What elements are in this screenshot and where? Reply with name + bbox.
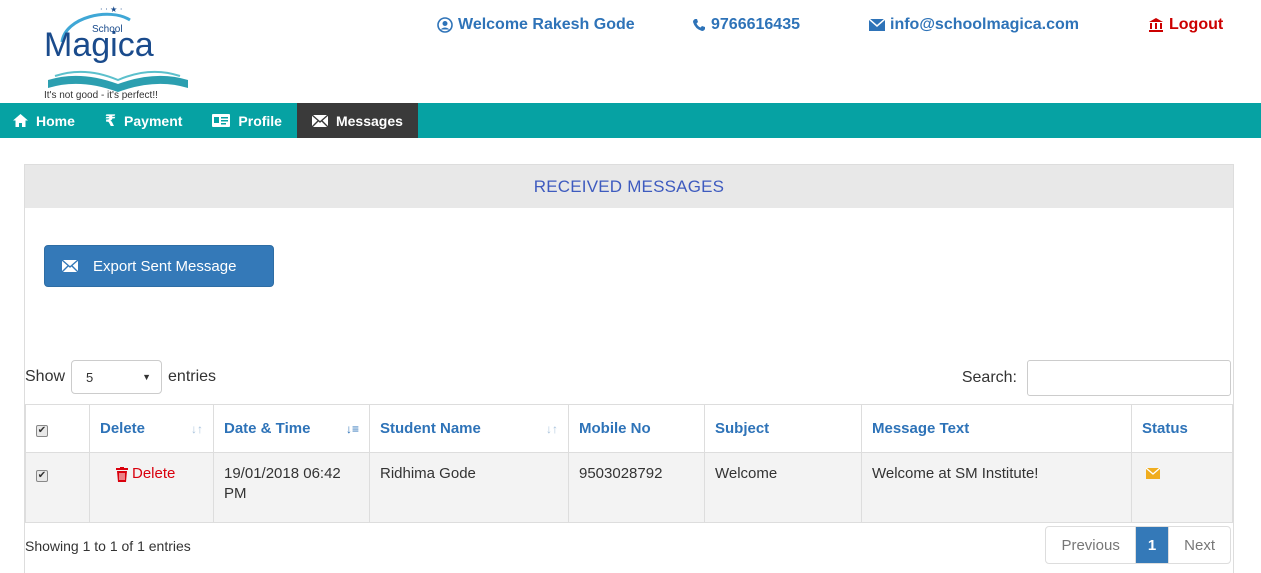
select-all-checkbox[interactable]: ✔	[36, 424, 48, 437]
entries-label: entries	[168, 368, 217, 385]
delete-button[interactable]: Delete	[100, 464, 175, 484]
panel-title: RECEIVED MESSAGES	[25, 164, 1233, 208]
row-subject: Welcome	[704, 452, 862, 523]
delete-label: Delete	[132, 465, 176, 482]
search-control: Search:	[962, 360, 1231, 396]
logout-text: Logout	[1169, 16, 1224, 33]
nav-profile[interactable]: Profile	[197, 103, 297, 138]
nav-messages[interactable]: Messages	[296, 103, 418, 138]
entries-length-control: Show 5 ▼ entries	[25, 360, 216, 394]
row-checkbox[interactable]: ✔	[36, 470, 48, 482]
export-sent-message-button[interactable]: Export Sent Message	[44, 245, 274, 287]
row-date-time: 19/01/2018 06:42 PM	[213, 452, 370, 523]
logo-magica-text: Magica	[44, 26, 154, 64]
entries-select[interactable]: 5 ▼	[71, 360, 163, 394]
logout-link[interactable]: Logout	[1148, 16, 1223, 34]
page-1-button[interactable]: 1	[1135, 527, 1170, 563]
column-header-delete[interactable]: Delete ↓↑	[89, 404, 214, 453]
phone-icon	[693, 19, 705, 31]
nav-payment-label: Payment	[124, 112, 183, 129]
row-delete-cell: Delete	[89, 452, 214, 523]
id-card-icon	[212, 114, 231, 127]
search-label: Search:	[961, 369, 1017, 386]
envelope-icon[interactable]	[1145, 467, 1161, 479]
envelope-icon	[311, 114, 328, 127]
row-select-cell: ✔	[25, 452, 90, 523]
column-header-date-time[interactable]: Date & Time ↓≡	[213, 404, 370, 453]
sort-icon: ↓↑	[546, 422, 558, 436]
nav-messages-label: Messages	[335, 112, 403, 129]
table-header-row: ✔ Delete ↓↑ Date & Time ↓≡ Student Name ↓↑ …	[25, 404, 1233, 453]
sort-icon: ↓↑	[191, 422, 203, 436]
nav-home-label: Home	[36, 112, 75, 129]
search-input[interactable]	[1027, 360, 1231, 396]
envelope-icon	[869, 19, 885, 31]
column-header-status: Status	[1131, 404, 1233, 453]
column-header-student-name[interactable]: Student Name ↓↑	[369, 404, 569, 453]
pagination: Previous 1 Next	[1045, 526, 1231, 564]
bank-icon	[1149, 18, 1163, 32]
svg-text:· · ★ ·: · · ★ ·	[100, 5, 122, 14]
email-text: info@schoolmagica.com	[890, 16, 1079, 33]
phone-text: 9766616435	[711, 16, 800, 33]
welcome-text: Welcome Rakesh Gode	[458, 16, 635, 33]
select-all-header[interactable]: ✔	[25, 404, 90, 453]
envelope-icon	[62, 260, 78, 272]
welcome-user[interactable]: Welcome Rakesh Gode	[437, 16, 635, 34]
next-page-button[interactable]: Next	[1169, 527, 1230, 563]
phone-contact[interactable]: 9766616435	[692, 16, 800, 34]
entries-value: 5	[86, 369, 94, 385]
school-magica-logo[interactable]: · · ★ · School Magica	[40, 2, 200, 102]
received-messages-panel: RECEIVED MESSAGES Export Sent Message Sh…	[24, 164, 1234, 573]
home-icon	[13, 114, 28, 127]
trash-icon	[116, 466, 128, 482]
main-navbar: Home ₹ Payment Profile Messages	[0, 103, 1261, 138]
previous-page-button[interactable]: Previous	[1046, 527, 1136, 563]
user-circle-icon	[437, 17, 453, 33]
row-message: Welcome at SM Institute!	[861, 452, 1132, 523]
sort-asc-icon: ↓≡	[345, 422, 359, 436]
row-student-name: Ridhima Gode	[369, 452, 569, 523]
table-row: ✔ Delete 19/01/2018 06:42 PM Ridhima God…	[25, 452, 1233, 523]
column-header-message-text: Message Text	[861, 404, 1132, 453]
page-header: · · ★ · School Magica It's not good - it…	[0, 0, 1261, 103]
caret-down-icon: ▼	[142, 372, 152, 382]
table-info: Showing 1 to 1 of 1 entries	[25, 538, 191, 554]
rupee-icon: ₹	[104, 112, 117, 130]
row-mobile: 9503028792	[568, 452, 705, 523]
nav-payment[interactable]: ₹ Payment	[90, 103, 198, 138]
column-header-subject: Subject	[704, 404, 862, 453]
logo-tagline: It's not good - it's perfect!!	[44, 90, 158, 101]
nav-profile-label: Profile	[238, 112, 282, 129]
column-header-mobile-no: Mobile No	[568, 404, 705, 453]
row-status	[1131, 452, 1233, 523]
export-button-label: Export Sent Message	[93, 257, 237, 275]
email-contact[interactable]: info@schoolmagica.com	[869, 16, 1079, 34]
show-label: Show	[25, 368, 66, 385]
nav-home[interactable]: Home	[0, 103, 90, 138]
messages-table: ✔ Delete ↓↑ Date & Time ↓≡ Student Name ↓↑ …	[25, 404, 1233, 523]
